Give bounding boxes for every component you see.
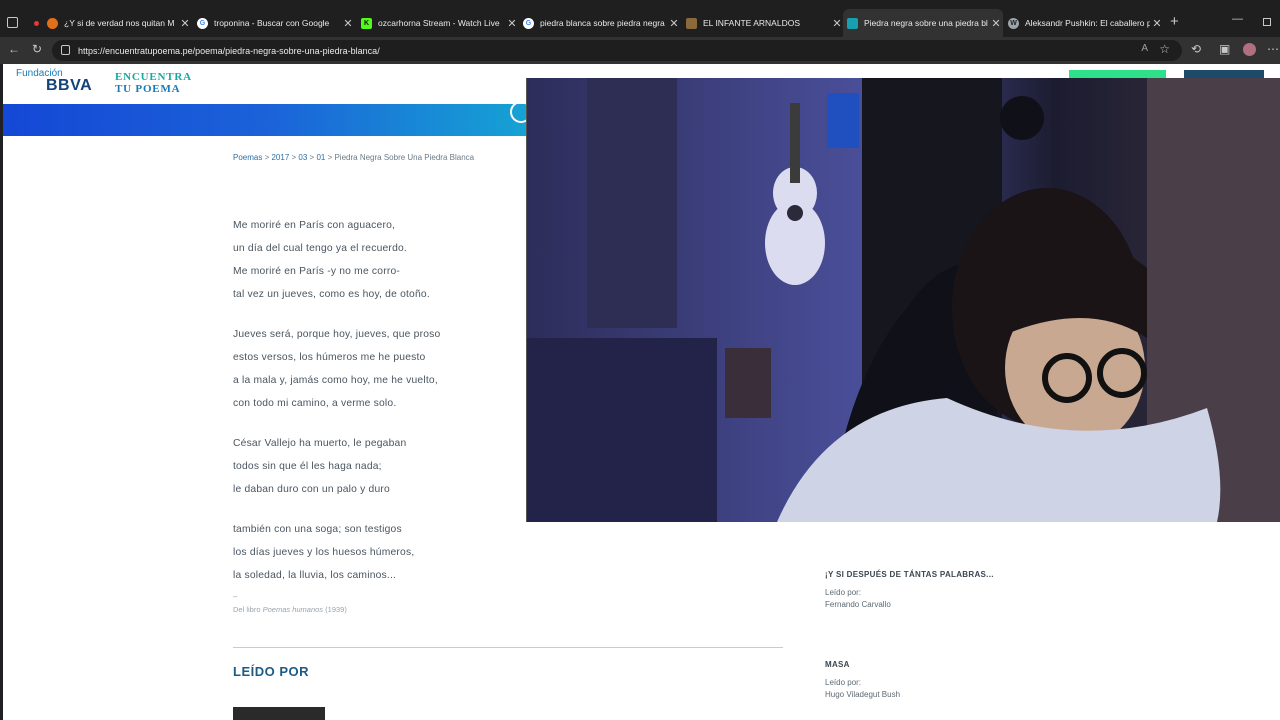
- tab-title: EL INFANTE ARNALDOS: [703, 18, 800, 28]
- bedside-table: [725, 348, 771, 418]
- poem-line: también con una soga; son testigos: [233, 524, 402, 535]
- poem-line: los días jueves y los huesos húmeros,: [233, 547, 415, 558]
- tab-title: ozcarhorna Stream - Watch Live: [378, 18, 500, 28]
- browser-tab[interactable]: K ozcarhorna Stream - Watch Live ✕: [361, 13, 519, 33]
- google-icon: G: [197, 17, 208, 29]
- breadcrumb-link[interactable]: Poemas: [233, 153, 262, 162]
- youtube-icon: [47, 17, 58, 29]
- wall-sticker: [1000, 96, 1044, 140]
- close-tab-icon[interactable]: ✕: [989, 17, 1003, 30]
- reader-thumbnail[interactable]: [233, 707, 325, 720]
- close-tab-icon[interactable]: ✕: [341, 17, 355, 30]
- url-text: https://encuentratupoema.pe/poema/piedra…: [78, 45, 380, 56]
- bbva-logo[interactable]: Fundación BBVA: [16, 68, 93, 94]
- browser-tab-active[interactable]: Piedra negra sobre una piedra bl ✕: [843, 9, 1003, 37]
- related-reader: Fernando Carvallo: [825, 600, 891, 609]
- kick-icon: K: [361, 17, 372, 29]
- tab-title: Piedra negra sobre una piedra bl: [864, 18, 988, 28]
- logo-bottom-text: BBVA: [46, 77, 93, 94]
- poster: [827, 93, 859, 148]
- poem-line: con todo mi camino, a verme solo.: [233, 398, 397, 409]
- divider: [233, 647, 783, 648]
- related-title[interactable]: ¡Y SI DESPUÉS DE TÁNTAS PALABRAS...: [825, 570, 994, 579]
- poem-dash: –: [233, 592, 238, 601]
- tab-title: troponina - Buscar con Google: [214, 18, 330, 28]
- close-tab-icon[interactable]: ✕: [830, 17, 844, 30]
- reload-icon[interactable]: ↻: [32, 42, 42, 56]
- related-label: Leído por:: [825, 588, 862, 597]
- book-prefix: Del libro: [233, 605, 261, 614]
- poem-line: estos versos, los húmeros me he puesto: [233, 352, 426, 363]
- breadcrumb-current: Piedra Negra Sobre Una Piedra Blanca: [334, 153, 475, 162]
- related-title[interactable]: MASA: [825, 660, 900, 669]
- more-menu-icon[interactable]: ⋯: [1267, 42, 1279, 56]
- browser-tab[interactable]: ¿Y si de verdad nos quitan M ✕: [34, 13, 192, 33]
- poem-line: Me moriré en París con aguacero,: [233, 220, 396, 231]
- breadcrumb-link[interactable]: 01: [316, 153, 325, 162]
- close-tab-icon[interactable]: ✕: [1150, 17, 1164, 30]
- site-info-icon[interactable]: [61, 45, 70, 55]
- recording-icon: [34, 20, 39, 26]
- webcam-overlay: [526, 78, 1280, 522]
- close-tab-icon[interactable]: ✕: [505, 17, 519, 30]
- related-item[interactable]: MASA Leído por: Hugo Viladegut Bush: [825, 660, 900, 701]
- poem-line: a la mala y, jamás como hoy, me he vuelt…: [233, 375, 438, 386]
- related-item[interactable]: ¡Y SI DESPUÉS DE TÁNTAS PALABRAS... Leíd…: [825, 570, 994, 611]
- book-source: Del libro Poemas humanos (1939): [233, 605, 347, 614]
- related-label: Leído por:: [825, 678, 862, 687]
- tab-actions-icon[interactable]: [7, 17, 18, 28]
- maximize-icon[interactable]: [1263, 18, 1271, 26]
- bed: [527, 338, 717, 522]
- poem-line: Me moriré en París -y no me corro-: [233, 266, 401, 277]
- poem-text: Me moriré en París con aguacero, un día …: [233, 201, 523, 608]
- brand-logo[interactable]: ENCUENTRA TU POEMA: [115, 71, 192, 95]
- breadcrumb-link[interactable]: 03: [298, 153, 307, 162]
- brand-line-2: TU POEMA: [115, 83, 181, 95]
- browser-tab[interactable]: W Aleksandr Pushkin: El caballero p ✕: [1008, 13, 1164, 33]
- breadcrumb: Poemas > 2017 > 03 > 01 > Piedra Negra S…: [233, 153, 475, 162]
- address-bar: ← ↻ https://encuentratupoema.pe/poema/pi…: [0, 37, 1280, 64]
- poem-line: César Vallejo ha muerto, le pegaban: [233, 438, 407, 449]
- poem-line: un día del cual tengo ya el recuerdo.: [233, 243, 407, 254]
- book-year: (1939): [325, 605, 347, 614]
- poem-line: la soledad, la lluvia, los caminos...: [233, 570, 397, 581]
- site-icon: [847, 17, 858, 29]
- site-icon: [686, 17, 697, 29]
- poem-line: tal vez un jueves, como es hoy, de otoño…: [233, 289, 430, 300]
- book-title: Poemas humanos: [262, 605, 324, 614]
- tab-title: Aleksandr Pushkin: El caballero p: [1025, 18, 1150, 28]
- door: [587, 78, 677, 328]
- browser-tab[interactable]: EL INFANTE ARNALDOS ✕: [686, 13, 844, 33]
- tab-title: piedra blanca sobre piedra negra: [540, 18, 665, 28]
- close-tab-icon[interactable]: ✕: [667, 17, 681, 30]
- back-icon[interactable]: ←: [8, 42, 20, 56]
- webcam-image: [527, 78, 1280, 522]
- browser-tab[interactable]: G piedra blanca sobre piedra negra ✕: [523, 13, 681, 33]
- brand-line-1: ENCUENTRA: [115, 71, 192, 83]
- read-by-heading: LEÍDO POR: [233, 664, 310, 679]
- url-input[interactable]: https://encuentratupoema.pe/poema/piedra…: [52, 40, 1182, 61]
- close-tab-icon[interactable]: ✕: [178, 17, 192, 30]
- poem-line: Jueves será, porque hoy, jueves, que pro…: [233, 329, 441, 340]
- google-icon: G: [523, 17, 534, 29]
- breadcrumb-link[interactable]: 2017: [271, 153, 289, 162]
- profile-avatar[interactable]: [1243, 43, 1256, 56]
- wordpress-icon: W: [1008, 17, 1019, 29]
- star-icon[interactable]: ☆: [1159, 42, 1170, 56]
- tab-title: ¿Y si de verdad nos quitan M: [64, 18, 175, 28]
- extensions-icon[interactable]: ⟲: [1191, 42, 1201, 56]
- read-aloud-icon[interactable]: A: [1141, 43, 1148, 54]
- split-screen-icon[interactable]: ▣: [1219, 42, 1230, 56]
- minimize-icon[interactable]: —: [1232, 13, 1243, 25]
- related-reader: Hugo Viladegut Bush: [825, 690, 901, 699]
- audio-player-bar: [3, 101, 533, 136]
- poem-line: todos sin que él les haga nada;: [233, 461, 382, 472]
- browser-tab[interactable]: G troponina - Buscar con Google ✕: [197, 13, 355, 33]
- new-tab-icon[interactable]: +: [1170, 13, 1179, 30]
- poem-line: le daban duro con un palo y duro: [233, 484, 390, 495]
